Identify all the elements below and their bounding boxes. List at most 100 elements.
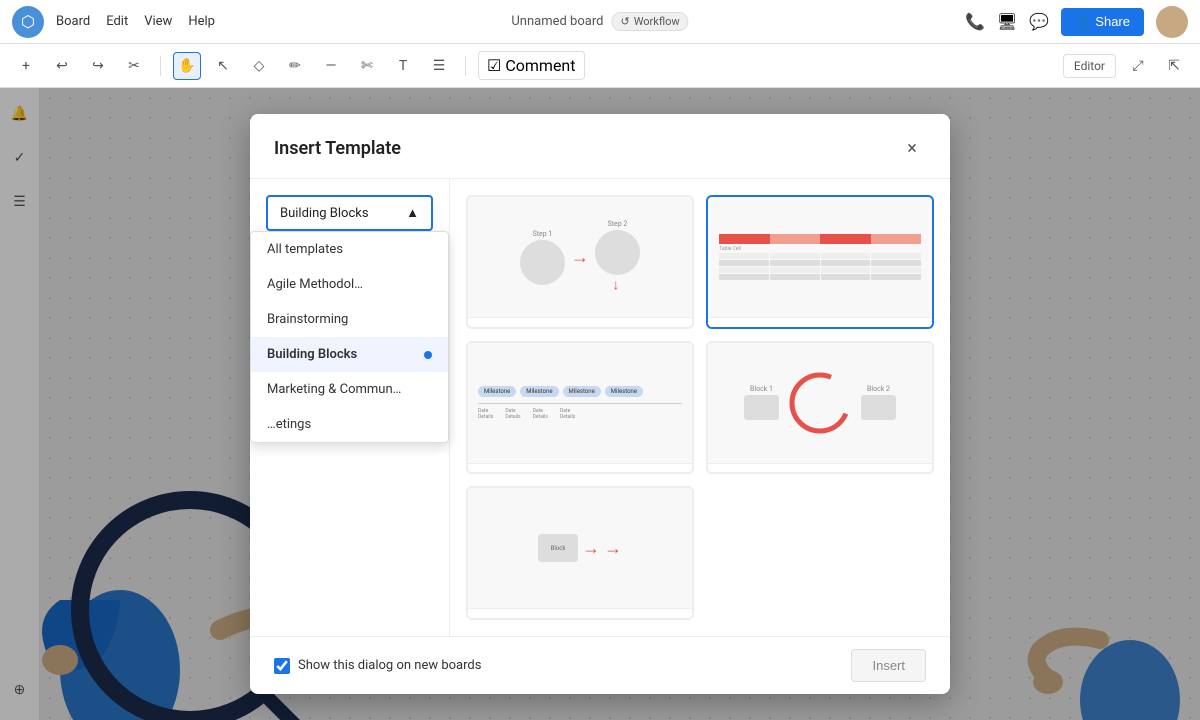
table-row-3 xyxy=(719,267,921,273)
dropdown-option-all[interactable]: All templates xyxy=(251,232,448,267)
arrow-right-1: → xyxy=(571,247,589,268)
option-label-building-blocks: Building Blocks xyxy=(267,347,357,362)
table-row-1 xyxy=(719,253,921,259)
chevron-up-icon: ▲ xyxy=(406,205,419,221)
template-label-block-flow: Block Flow xyxy=(468,608,692,620)
separator-1 xyxy=(160,56,161,76)
menu-edit[interactable]: Edit xyxy=(106,14,128,29)
user-avatar[interactable] xyxy=(1156,6,1188,38)
option-label-agile: Agile Methodol… xyxy=(267,277,363,292)
template-label-flow: Step Flow xyxy=(468,317,692,329)
modal-left-panel: Building Blocks ▲ All templates Agile Me… xyxy=(250,179,450,636)
hand-tool[interactable]: ✋ xyxy=(173,52,201,80)
option-label-marketing: Marketing & Commun… xyxy=(267,382,401,397)
block-preview-area: Block → → xyxy=(468,488,692,608)
text-tool[interactable]: T xyxy=(389,52,417,80)
template-card-circle-flow[interactable]: Block 1 Block 2 xyxy=(706,341,934,475)
add-tool[interactable]: + xyxy=(12,52,40,80)
dropdown-trigger[interactable]: Building Blocks ▲ xyxy=(266,195,433,231)
editor-badge: Editor xyxy=(1063,54,1116,78)
block-1-label: Block 1 xyxy=(744,385,779,420)
modal-title: Insert Template xyxy=(274,138,401,159)
table-preview-area: Table Cell xyxy=(708,197,932,317)
line-tool[interactable]: — xyxy=(317,52,345,80)
table-tool[interactable]: ☰ xyxy=(425,52,453,80)
modal-header: Insert Template × xyxy=(250,114,950,179)
dropdown-selected-label: Building Blocks xyxy=(280,206,369,221)
milestone-row-1: Milestone Milestone Milestone Milestone xyxy=(478,386,682,397)
cut-tool[interactable]: ✂ xyxy=(120,52,148,80)
share-icon: 👤 xyxy=(1075,14,1091,30)
block-arrow-2: → xyxy=(604,538,622,559)
expand-tool[interactable]: ⤢ xyxy=(1124,52,1152,80)
category-dropdown: Building Blocks ▲ All templates Agile Me… xyxy=(266,195,433,231)
flow-preview: Step 1 → Step 2 → xyxy=(468,197,692,317)
show-dialog-checkbox-container[interactable]: Show this dialog on new boards xyxy=(274,658,481,674)
template-card-flow[interactable]: Step 1 → Step 2 → S xyxy=(466,195,694,329)
milestone-diagram: Milestone Milestone Milestone Milestone … xyxy=(468,376,692,430)
milestone-dates: DateDetails DateDetails DateDetails Date… xyxy=(478,408,682,420)
canvas-area[interactable]: 🔔 ✓ ☰ ⊕ xyxy=(0,88,1200,720)
workflow-badge[interactable]: ↺ Workflow xyxy=(611,12,688,31)
template-card-milestone[interactable]: Milestone Milestone Milestone Milestone … xyxy=(466,341,694,475)
separator-2 xyxy=(465,56,466,76)
pen-tool[interactable]: ✏ xyxy=(281,52,309,80)
dropdown-option-building-blocks[interactable]: Building Blocks xyxy=(251,337,448,372)
option-label-meetings: …etings xyxy=(267,417,311,432)
template-label-basic-table: Basic Table xyxy=(708,317,932,329)
insert-button[interactable]: Insert xyxy=(851,649,926,682)
chat-icon[interactable]: 💬 xyxy=(1029,12,1049,31)
comment-checkbox-icon: ☑ xyxy=(487,56,501,75)
template-card-block-flow[interactable]: Block → → Block Flow xyxy=(466,486,694,620)
dropdown-option-brainstorming[interactable]: Brainstorming xyxy=(251,302,448,337)
template-grid: Step 1 → Step 2 → S xyxy=(450,179,950,636)
template-card-basic-table[interactable]: Table Cell xyxy=(706,195,934,329)
active-dot xyxy=(424,351,432,359)
modal-footer: Show this dialog on new boards Insert xyxy=(250,636,950,694)
modal-body: Building Blocks ▲ All templates Agile Me… xyxy=(250,179,950,636)
menu-board[interactable]: Board xyxy=(56,14,90,29)
comment-tool[interactable]: ☑ Comment xyxy=(478,51,585,80)
circle-diagram: Block 1 Block 2 xyxy=(708,343,932,463)
toolbar-right: Editor ⤢ ⇱ xyxy=(1063,52,1188,80)
menu-view[interactable]: View xyxy=(144,14,172,29)
screen-icon[interactable]: 🖥 xyxy=(997,12,1017,31)
collapse-tool[interactable]: ⇱ xyxy=(1160,52,1188,80)
milestone-preview-area: Milestone Milestone Milestone Milestone … xyxy=(468,343,692,463)
share-button[interactable]: 👤 Share xyxy=(1061,8,1144,36)
connector-tool[interactable]: ✄ xyxy=(353,52,381,80)
block-arrow-1: → xyxy=(582,538,600,559)
step-1: Step 1 xyxy=(520,230,565,285)
table-row-4 xyxy=(719,274,921,280)
show-dialog-checkbox[interactable] xyxy=(274,658,290,674)
comment-label: Comment xyxy=(505,56,575,75)
table-diagram: Table Cell xyxy=(719,234,921,281)
step-2: Step 2 → xyxy=(595,220,640,294)
template-label-milestone: Milestone Timeline xyxy=(468,463,692,475)
undo-tool[interactable]: ↩ xyxy=(48,52,76,80)
block-2-label: Block 2 xyxy=(861,385,896,420)
modal-close-button[interactable]: × xyxy=(898,134,926,162)
phone-icon[interactable]: 📞 xyxy=(965,12,985,31)
menu-items: Board Edit View Help xyxy=(56,14,215,29)
shape-tool[interactable]: ◇ xyxy=(245,52,273,80)
app-logo[interactable]: ⬡ xyxy=(12,6,44,38)
menu-right: 📞 🖥 💬 👤 Share xyxy=(965,6,1188,38)
dropdown-option-marketing[interactable]: Marketing & Commun… xyxy=(251,372,448,407)
circle-preview-area: Block 1 Block 2 xyxy=(708,343,932,463)
toolbar: + ↩ ↪ ✂ ✋ ↖ ◇ ✏ — ✄ T ☰ ☑ Comment Editor… xyxy=(0,44,1200,88)
show-dialog-label: Show this dialog on new boards xyxy=(298,658,481,673)
menu-bar: ⬡ Board Edit View Help Unnamed board ↺ W… xyxy=(0,0,1200,44)
modal-overlay[interactable]: Insert Template × Building Blocks ▲ xyxy=(0,88,1200,720)
template-label-circle-flow: Circle Flow xyxy=(708,463,932,475)
menu-help[interactable]: Help xyxy=(188,14,215,29)
insert-template-modal: Insert Template × Building Blocks ▲ xyxy=(250,114,950,694)
redo-tool[interactable]: ↪ xyxy=(84,52,112,80)
timeline-line xyxy=(478,403,682,404)
dropdown-menu: All templates Agile Methodol… Brainstorm… xyxy=(250,231,449,443)
board-name[interactable]: Unnamed board xyxy=(511,14,603,29)
select-tool[interactable]: ↖ xyxy=(209,52,237,80)
dropdown-option-agile[interactable]: Agile Methodol… xyxy=(251,267,448,302)
table-cell-label: Table Cell xyxy=(719,246,921,252)
dropdown-option-meetings[interactable]: …etings xyxy=(251,407,448,442)
